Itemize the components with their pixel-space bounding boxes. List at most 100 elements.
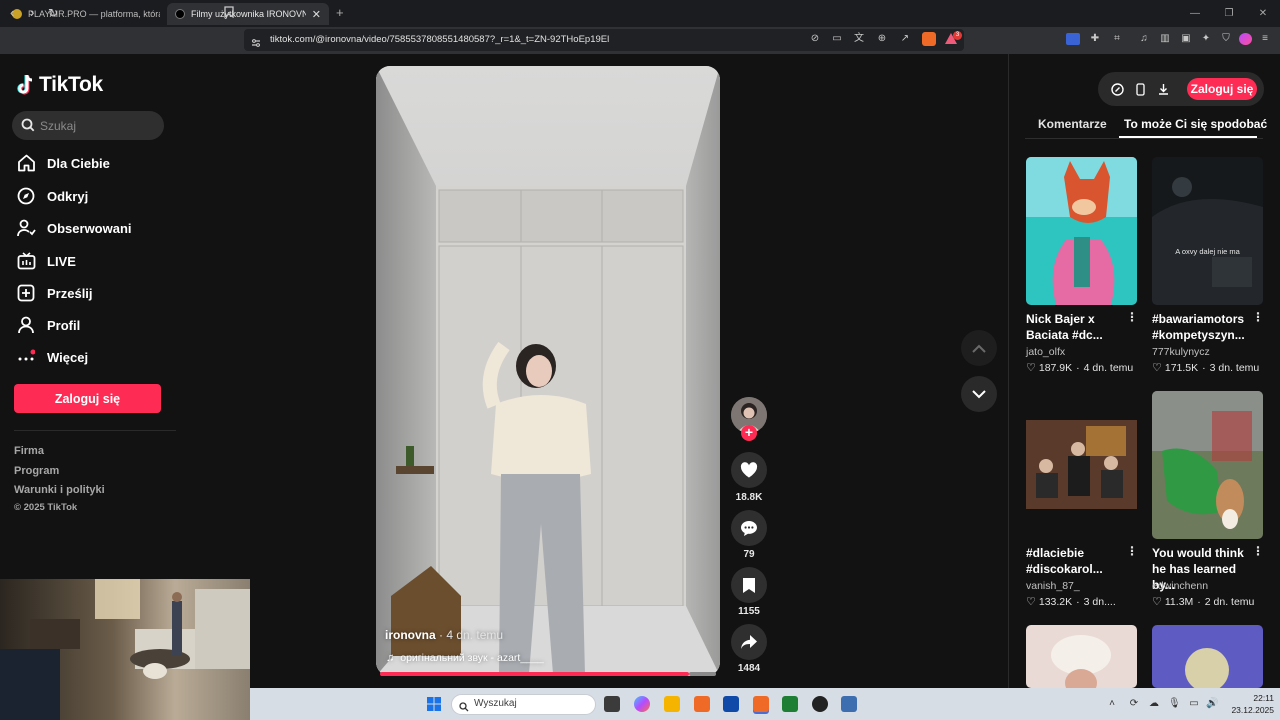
footer-link-terms[interactable]: Warunki i polityki [14, 484, 105, 496]
video-thumbnail[interactable] [1152, 625, 1263, 688]
header-login-button[interactable]: Zaloguj się [1187, 78, 1257, 100]
menu-icon[interactable]: ≡ [1258, 33, 1272, 45]
microphone-icon[interactable]: 🎙 [1168, 698, 1181, 710]
network-icon[interactable]: ▭ [1188, 698, 1200, 710]
brave-shields-icon[interactable] [922, 32, 936, 46]
tab-comments[interactable]: Komentarze [1038, 117, 1107, 131]
nav-item-live[interactable]: LIVE [16, 250, 76, 272]
video-player[interactable] [376, 66, 720, 676]
follow-plus-icon[interactable]: + [741, 425, 757, 441]
footer-link-program[interactable]: Program [14, 465, 59, 477]
more-options-icon[interactable]: ⋮ [1126, 545, 1138, 559]
sound-name[interactable]: оригінальний звук - azart____ [400, 652, 543, 664]
sidebar-login-button[interactable]: Zaloguj się [14, 384, 161, 413]
video-thumbnail[interactable] [1026, 391, 1137, 539]
volume-icon[interactable]: 🔊 [1206, 698, 1218, 710]
vpn-shield-icon[interactable]: ⛉ [1219, 33, 1233, 45]
more-options-icon[interactable]: ⋮ [1252, 311, 1264, 325]
brave-browser-icon[interactable] [694, 696, 710, 712]
previous-video-button[interactable] [961, 330, 997, 366]
video-progress-bar[interactable] [380, 672, 689, 676]
share-page-icon[interactable]: ↗ [898, 33, 912, 45]
site-settings-icon[interactable] [251, 35, 261, 53]
card-title[interactable]: #bawariamotors #kompetyszyn... [1152, 311, 1252, 343]
taskbar-clock[interactable]: 22:11 23.12.2025 [1226, 692, 1274, 716]
no-tracking-icon[interactable]: ⊘ [808, 33, 822, 45]
sync-icon[interactable]: ⟳ [1128, 698, 1140, 710]
url-text[interactable]: tiktok.com/@ironovna/video/7585537808551… [270, 34, 609, 45]
video-author[interactable]: ironovna · 4 dn. temu [385, 628, 503, 642]
back-icon[interactable]: ‹ [10, 6, 14, 20]
copilot-icon[interactable] [634, 696, 650, 712]
close-window-icon[interactable]: ✕ [1246, 0, 1280, 27]
next-video-button[interactable] [961, 376, 997, 412]
bookmark-icon[interactable] [224, 6, 234, 22]
cast-icon[interactable]: ▭ [830, 33, 844, 45]
like-button[interactable] [731, 452, 767, 488]
more-options-icon[interactable]: ⋮ [1252, 545, 1264, 559]
tab-recommended[interactable]: To może Ci się spodobać [1124, 117, 1267, 131]
nav-label: Obserwowani [47, 220, 132, 236]
more-options-icon[interactable]: ⋮ [1126, 311, 1138, 325]
search-box[interactable] [12, 111, 164, 140]
nav-item-more[interactable]: Więcej [16, 346, 88, 368]
video-thumbnail[interactable] [1026, 157, 1137, 305]
video-thumbnail[interactable] [1026, 625, 1137, 688]
video-thumbnail[interactable] [1152, 391, 1263, 539]
forward-icon[interactable]: › [30, 6, 34, 20]
screenshot-icon[interactable]: ⌗ [1110, 33, 1124, 45]
nav-item-for-you[interactable]: Dla Ciebie [16, 152, 110, 174]
brave-browser-active-icon[interactable] [753, 696, 769, 712]
taskbar-search-label: Wyszukaj [474, 698, 517, 709]
task-view-icon[interactable] [604, 696, 620, 712]
browser-tab-tiktok[interactable]: Filmy użytkownika IRONOVNA ( ✕ [167, 3, 329, 25]
card-username[interactable]: vanish_87_ [1026, 580, 1080, 592]
profile-avatar-icon[interactable] [1239, 33, 1252, 45]
zoom-icon[interactable]: ⊕ [875, 33, 889, 45]
search-input[interactable] [40, 117, 160, 134]
restore-icon[interactable]: ❐ [1212, 0, 1246, 27]
cloud-icon[interactable]: ☁ [1148, 698, 1160, 710]
file-explorer-icon[interactable] [664, 696, 680, 712]
compass-icon [16, 186, 36, 206]
coins-icon[interactable] [1110, 82, 1124, 96]
calculator-icon[interactable] [841, 696, 857, 712]
download-icon[interactable] [1156, 82, 1170, 96]
nav-item-following[interactable]: Obserwowani [16, 217, 132, 239]
leo-ai-icon[interactable]: ✦ [1199, 33, 1213, 45]
nav-item-explore[interactable]: Odkryj [16, 185, 88, 207]
translate-icon[interactable]: 文 [852, 33, 866, 45]
nav-item-upload[interactable]: Prześlij [16, 282, 93, 304]
tiktok-logo[interactable]: TikTok [17, 73, 103, 97]
card-title[interactable]: #dlaciebie #discokarol... [1026, 545, 1126, 577]
footer-link-company[interactable]: Firma [14, 445, 44, 457]
video-thumbnail[interactable] [1152, 157, 1263, 305]
taskbar-search[interactable] [451, 694, 596, 715]
music-icon[interactable]: ♫ [1137, 33, 1151, 45]
card-username[interactable]: jato_olfx [1026, 346, 1065, 358]
author-name[interactable]: ironovna [385, 628, 436, 642]
wallet-icon[interactable]: ▣ [1179, 33, 1193, 45]
mobile-app-icon[interactable] [1133, 82, 1147, 96]
sidebar-toggle-icon[interactable]: ▥ [1158, 33, 1172, 45]
card-title[interactable]: Nick Bajer x Baciata #dc... [1026, 311, 1126, 343]
close-tab-icon[interactable]: ✕ [306, 8, 321, 21]
minimize-icon[interactable]: — [1178, 0, 1212, 27]
new-tab-button[interactable]: + [336, 5, 344, 20]
microsoft-store-icon[interactable] [723, 696, 739, 712]
windows-start-icon[interactable] [427, 697, 441, 716]
media-app-icon[interactable] [812, 696, 828, 712]
terminal-app-icon[interactable] [782, 696, 798, 712]
share-button[interactable] [731, 624, 767, 660]
nav-item-profile[interactable]: Profil [16, 314, 80, 336]
save-button[interactable] [731, 567, 767, 603]
card-username[interactable]: 777kulynycz [1152, 346, 1210, 358]
extension-wallet-icon[interactable] [1066, 33, 1080, 45]
card-username[interactable]: edwinchenn [1152, 580, 1208, 592]
extensions-icon[interactable]: ✚ [1088, 33, 1102, 45]
show-hidden-icons-icon[interactable]: ˄ [1106, 698, 1118, 710]
browser-tab-playair[interactable]: PLAYAIR.PRO — platforma, która łącz [4, 3, 160, 25]
video-sound[interactable]: ♫ оригінальний звук - azart____ [386, 652, 544, 664]
reload-icon[interactable]: ↻ [48, 6, 58, 20]
comment-button[interactable] [731, 510, 767, 546]
